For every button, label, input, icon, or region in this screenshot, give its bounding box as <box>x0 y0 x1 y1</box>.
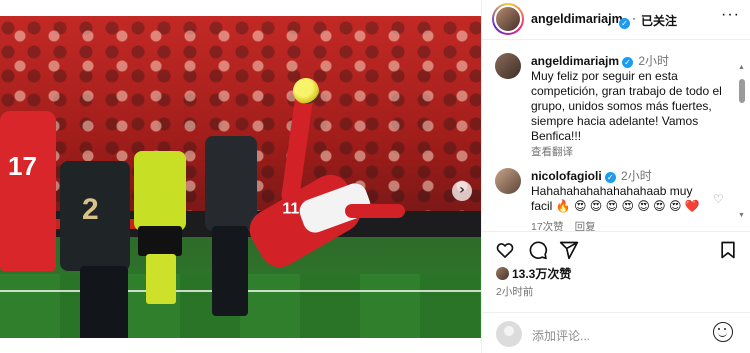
caption: angeldimariajm ✓ 2小时 Muy feliz por seguir… <box>531 54 736 160</box>
scroll-up-arrow-icon[interactable]: ▲ <box>738 64 745 71</box>
comment-text: Muy feliz por seguir en esta competición… <box>531 69 722 143</box>
heart-icon[interactable] <box>495 240 517 262</box>
shirt-number: 11 <box>282 200 300 218</box>
post-side-panel: angeldimariajm ✓ · 已关注 ··· angeldimariaj… <box>481 0 750 353</box>
comment-time: 2小时 <box>638 54 670 68</box>
player-leg <box>345 204 405 218</box>
post-image[interactable]: 17 2 11 › <box>0 16 481 338</box>
emoji-icon[interactable] <box>713 322 733 342</box>
avatar <box>496 267 509 280</box>
comment-username[interactable]: angeldimariajm <box>531 54 619 68</box>
player-legs <box>212 226 248 316</box>
comment-text: Hahahahahahahahahaab muy facil 🔥 😍 😍 😍 😍… <box>531 184 700 213</box>
referee-socks <box>146 254 176 304</box>
chevron-right-icon[interactable]: › <box>452 181 472 201</box>
scrollbar-thumb[interactable] <box>739 79 745 103</box>
reply-button[interactable]: 回复 <box>575 221 596 231</box>
send-icon[interactable] <box>559 240 581 262</box>
bookmark-icon[interactable] <box>718 240 740 262</box>
add-comment-input[interactable]: 添加评论... <box>532 327 590 344</box>
translate-link[interactable]: 查看翻译 <box>531 145 736 160</box>
action-bar <box>482 231 750 267</box>
football <box>293 78 319 104</box>
verified-badge-icon: ✓ <box>622 57 634 68</box>
post-header: angeldimariajm ✓ · 已关注 ··· <box>482 0 750 40</box>
separator-dot: · <box>632 11 636 25</box>
referee-shorts <box>138 226 182 256</box>
shirt-number: 17 <box>8 151 37 181</box>
avatar[interactable] <box>495 53 521 79</box>
more-horizontal-icon[interactable]: ··· <box>721 6 740 24</box>
add-comment-bar: 添加评论... <box>482 312 750 353</box>
comment-like-heart-icon[interactable]: ♡ <box>713 192 724 206</box>
comments-list: angeldimariajm ✓ 2小时 Muy feliz por seguir… <box>482 41 750 231</box>
comment-likes-count[interactable]: 17次赞 <box>531 221 564 231</box>
player-dark-center <box>205 136 257 231</box>
comment-time: 2小时 <box>621 169 652 183</box>
avatar <box>496 321 522 347</box>
comment-meta: 17次赞 回复 <box>531 219 596 231</box>
avatar[interactable] <box>492 3 524 35</box>
verified-badge-icon: ✓ <box>616 13 630 31</box>
likes-count[interactable]: 13.3万次赞 <box>496 265 571 282</box>
verified-badge-icon: ✓ <box>604 172 616 183</box>
referee <box>134 151 186 231</box>
comment-username[interactable]: nicolofagioli <box>531 169 602 183</box>
post-time: 2小时前 <box>496 286 534 298</box>
likes-count-text: 13.3万次赞 <box>512 267 572 281</box>
comment: nicolofagioli ✓ 2小时 Hahahahahahahahahaab … <box>531 169 711 214</box>
post-author-username[interactable]: angeldimariajm <box>531 12 623 26</box>
player-legs <box>80 266 128 338</box>
follow-button[interactable]: 已关注 <box>641 12 677 29</box>
shirt-number: 2 <box>82 193 99 226</box>
scroll-down-arrow-icon[interactable]: ▼ <box>738 212 745 219</box>
player-red-left: 17 <box>0 111 56 271</box>
comments-scrollbar[interactable]: ▲ ▼ <box>738 58 745 219</box>
player-dark-number-2: 2 <box>60 161 130 271</box>
avatar[interactable] <box>495 168 521 194</box>
comment-icon[interactable] <box>528 240 550 262</box>
